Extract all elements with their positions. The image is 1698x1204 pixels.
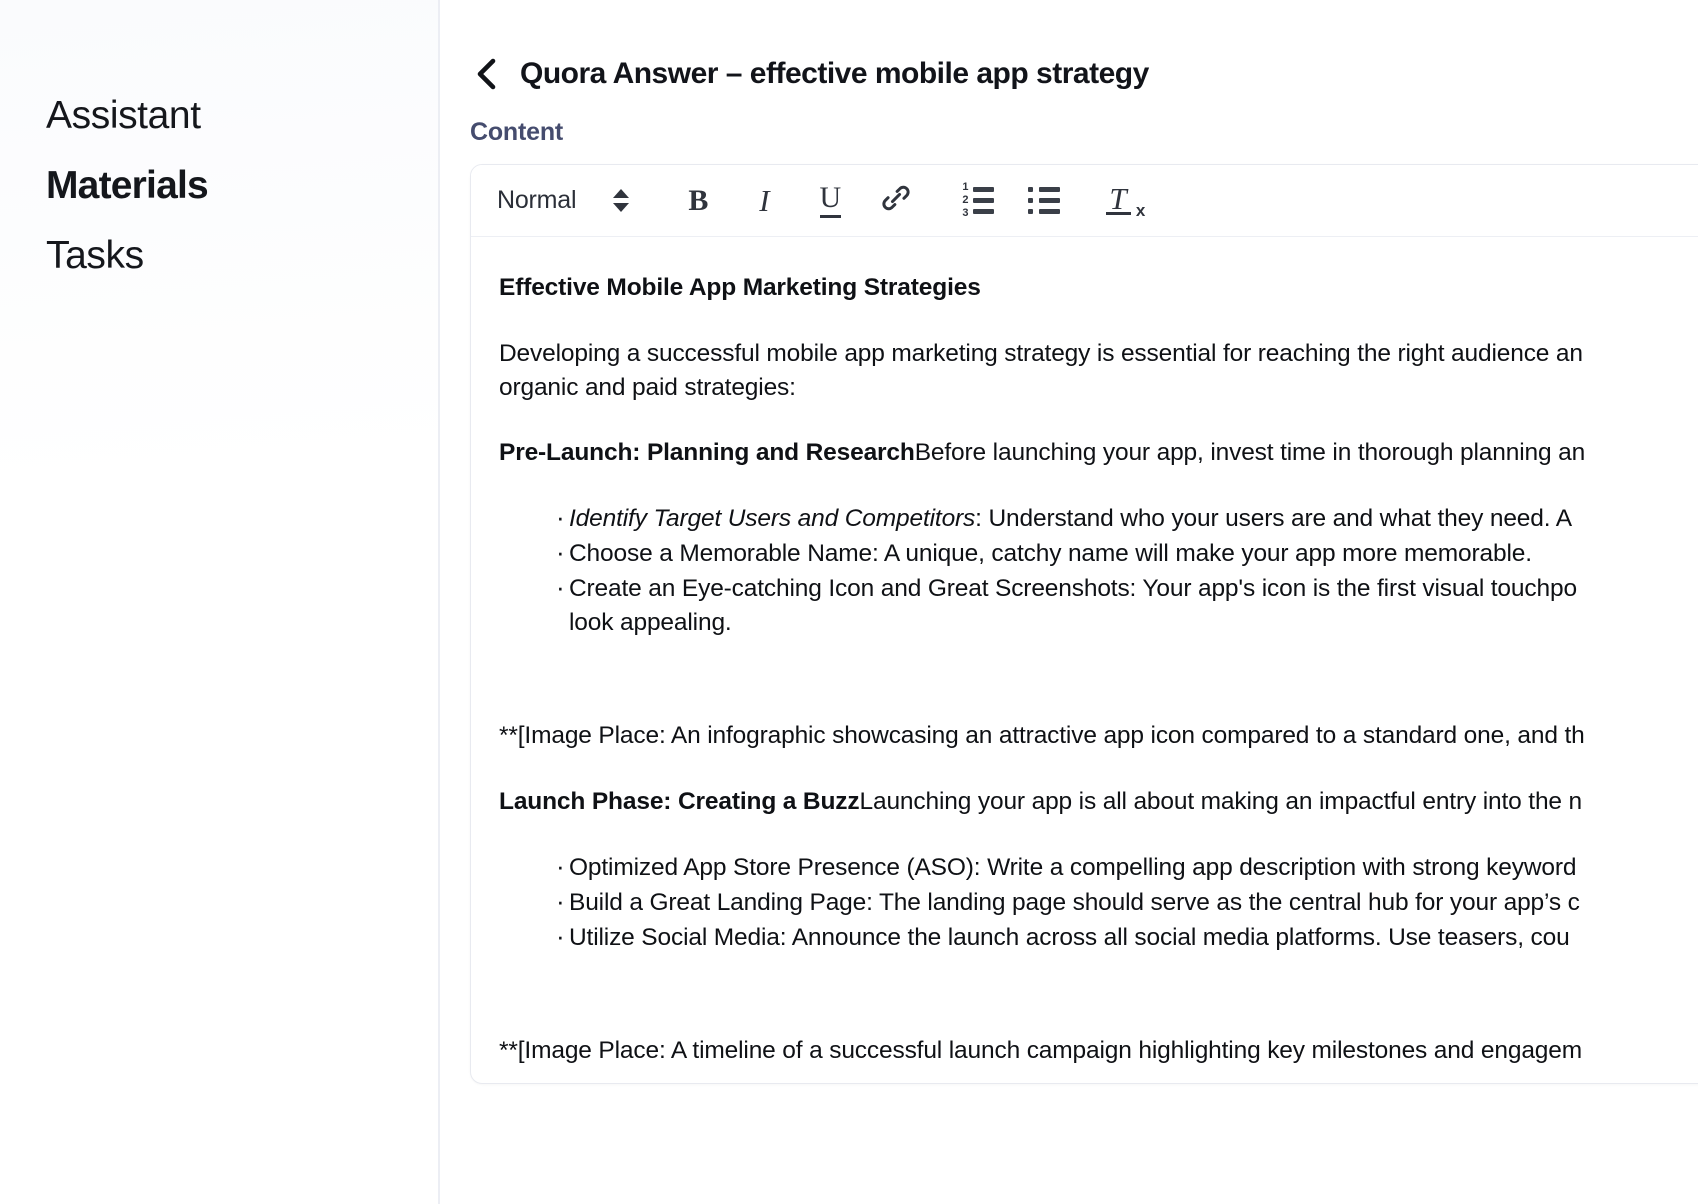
paragraph-style-value: Normal (497, 186, 577, 214)
content-field-label: Content (470, 118, 564, 146)
back-button[interactable] (470, 57, 504, 91)
bullet-text: : Understand who your users are and what… (975, 505, 1572, 533)
bullet-text: Choose a Memorable Name: A unique, catch… (569, 539, 1532, 567)
list-item: Optimized App Store Presence (ASO): Writ… (499, 849, 1698, 885)
image-note-2: **[Image Place: A timeline of a successf… (499, 1037, 1583, 1065)
document-header: Quora Answer – effective mobile app stra… (440, 0, 1698, 91)
bold-button[interactable]: B (672, 175, 724, 227)
section-1-text: Before launching your app, invest time i… (914, 439, 1586, 467)
ol-num-1: 1 (962, 181, 969, 193)
link-button[interactable] (870, 175, 922, 227)
main-panel: Quora Answer – effective mobile app stra… (440, 0, 1698, 1204)
bold-icon: B (688, 183, 709, 217)
app-root: Assistant Materials Tasks Quora Answer –… (0, 0, 1698, 1204)
sidebar-item-materials[interactable]: Materials (46, 166, 209, 205)
bullet-text: Build a Great Landing Page: The landing … (569, 888, 1580, 916)
bullet-list-icon (1028, 187, 1061, 214)
clear-formatting-button[interactable]: T x (1100, 175, 1152, 227)
editor-content-area[interactable]: Effective Mobile App Marketing Strategie… (471, 237, 1698, 1083)
bullet-text: Optimized App Store Presence (ASO): Writ… (569, 853, 1577, 881)
image-note-1: **[Image Place: An infographic showcasin… (499, 722, 1585, 750)
bullet-list-button[interactable] (1018, 175, 1070, 227)
list-item: Choose a Memorable Name: A unique, catch… (499, 535, 1698, 571)
section-1-paragraph: Pre-Launch: Planning and ResearchBefore … (499, 436, 1698, 470)
ordered-list-button[interactable]: 1 2 3 (952, 175, 1004, 227)
section-2-paragraph: Launch Phase: Creating a BuzzLaunching y… (499, 785, 1698, 819)
intro-line-1: Developing a successful mobile app marke… (499, 339, 1583, 367)
intro-line-2: organic and paid strategies: (499, 373, 796, 401)
bullet-text-line2: look appealing. (569, 608, 732, 636)
section-2-heading: Launch Phase: Creating a Buzz (499, 788, 860, 816)
bullet-emphasis: Identify Target Users and Competitors (569, 505, 976, 533)
document-title: Effective Mobile App Marketing Strategie… (499, 274, 981, 301)
underline-icon: U (819, 183, 842, 218)
page-title: Quora Answer – effective mobile app stra… (520, 57, 1149, 90)
editor-toolbar: Normal B I U 1 2 3 T x (471, 165, 1698, 237)
up-down-arrows-icon[interactable] (612, 186, 630, 216)
list-item: Utilize Social Media: Announce the launc… (499, 919, 1698, 955)
section-1-bullets: Identify Target Users and Competitors: U… (499, 500, 1698, 640)
italic-icon: I (759, 182, 770, 218)
clear-formatting-icon: T x (1106, 181, 1146, 221)
paragraph-style-select[interactable]: Normal (497, 186, 630, 216)
section-1-heading: Pre-Launch: Planning and Research (499, 439, 915, 467)
sidebar-item-assistant[interactable]: Assistant (46, 96, 201, 135)
list-item: Create an Eye-catching Icon and Great Sc… (499, 570, 1698, 640)
intro-paragraph: Developing a successful mobile app marke… (499, 337, 1698, 405)
section-2-text: Launching your app is all about making a… (859, 788, 1583, 816)
ol-num-3: 3 (962, 207, 969, 219)
link-icon (879, 181, 913, 220)
sidebar: Assistant Materials Tasks (0, 0, 440, 1204)
list-item: Identify Target Users and Competitors: U… (499, 500, 1698, 536)
section-2-bullets: Optimized App Store Presence (ASO): Writ… (499, 849, 1698, 955)
chevron-left-icon (472, 57, 502, 91)
ol-num-2: 2 (962, 194, 969, 206)
numbered-list-icon: 1 2 3 (962, 181, 995, 219)
italic-button[interactable]: I (738, 175, 790, 227)
underline-button[interactable]: U (804, 175, 856, 227)
bullet-text: Utilize Social Media: Announce the launc… (569, 923, 1570, 951)
bullet-text: Create an Eye-catching Icon and Great Sc… (569, 574, 1577, 602)
sidebar-item-tasks[interactable]: Tasks (46, 236, 144, 275)
list-item: Build a Great Landing Page: The landing … (499, 884, 1698, 920)
content-editor[interactable]: Normal B I U 1 2 3 T x Effective Mobile … (470, 164, 1698, 1084)
